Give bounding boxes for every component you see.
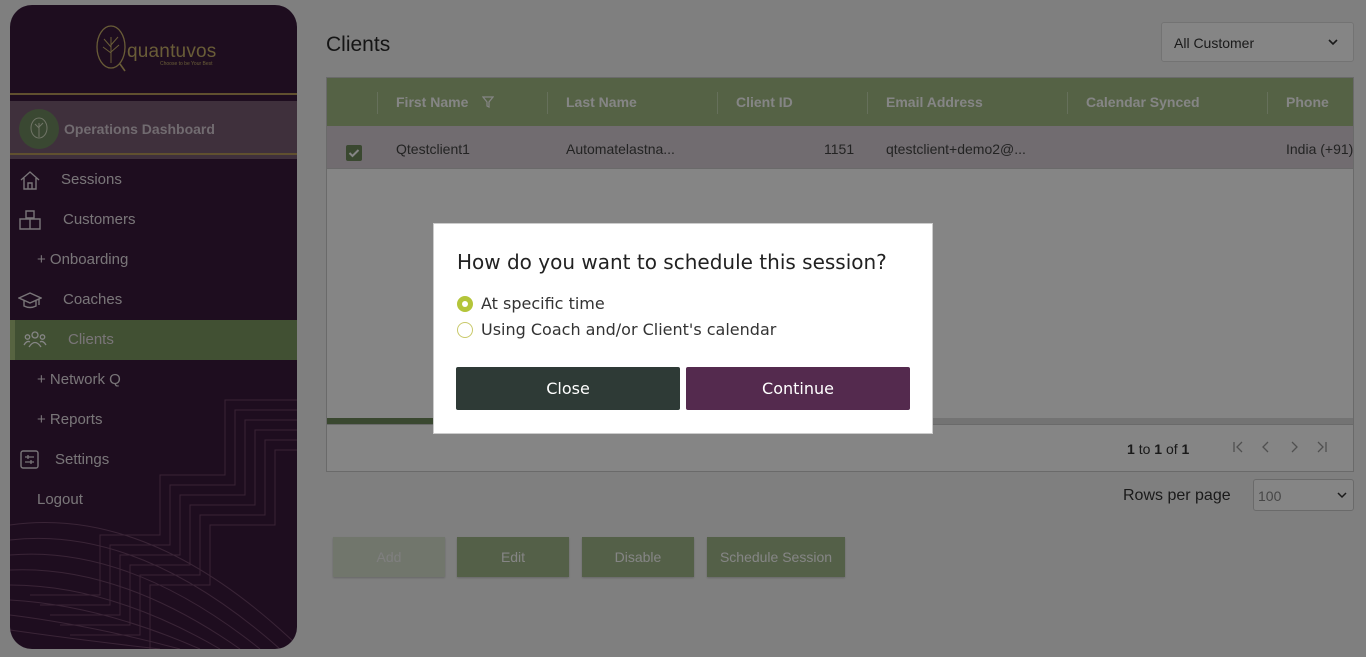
schedule-session-dialog: How do you want to schedule this session… [433,223,933,434]
option-label: Using Coach and/or Client's calendar [481,320,777,339]
radio-unchecked[interactable] [457,322,473,338]
dialog-title: How do you want to schedule this session… [457,250,887,274]
close-button[interactable]: Close [456,367,680,410]
continue-button[interactable]: Continue [686,367,910,410]
radio-checked[interactable] [457,296,473,312]
option-label: At specific time [481,294,605,313]
